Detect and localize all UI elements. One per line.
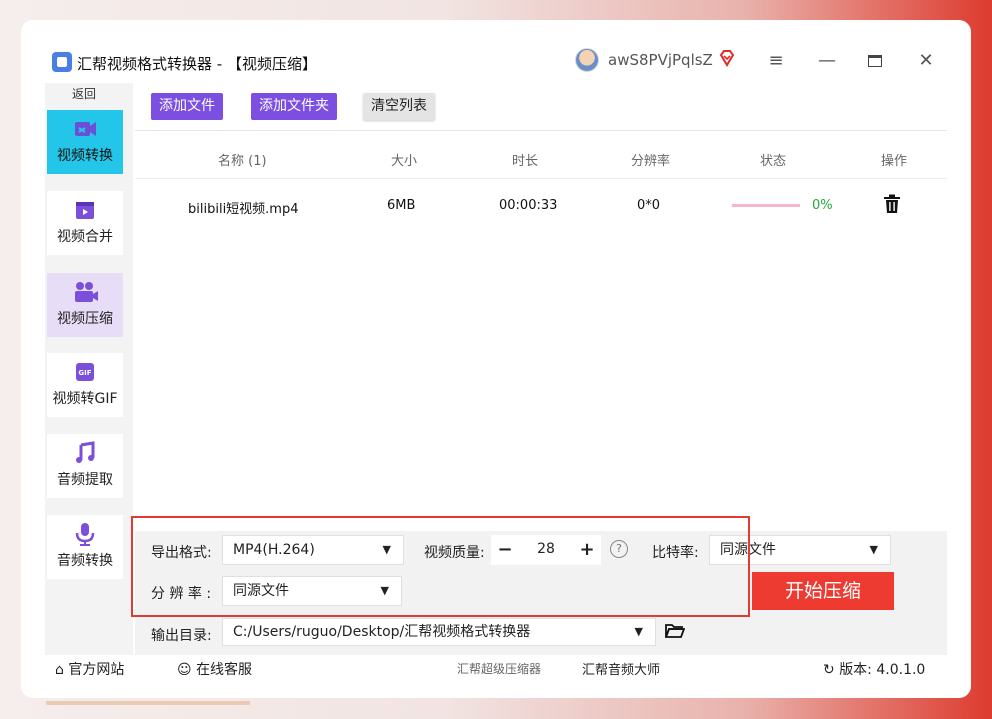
sidebar-item-label: 视频转GIF: [52, 391, 118, 407]
footer-bar: ⌂ 官方网站 ☺ 在线客服 汇帮超级压缩器 汇帮音频大师 ↻ 版本: 4.0.1…: [45, 655, 947, 678]
app-window: 汇帮视频格式转换器 - 【视频压缩】 awS8PVjPqlsZ ≡ — ✕ 返回…: [45, 45, 947, 678]
sidebar-item-video-convert[interactable]: 视频转换: [47, 110, 123, 174]
video-merge-icon: [72, 197, 98, 223]
output-dir-select[interactable]: C:/Users/ruguo/Desktop/汇帮视频格式转换器 ▼: [222, 618, 656, 646]
sidebar-item-label: 音频转换: [57, 553, 113, 569]
column-header-action: 操作: [881, 154, 908, 169]
version-info[interactable]: ↻ 版本: 4.0.1.0: [823, 659, 925, 678]
gif-icon: GIF: [72, 359, 98, 385]
close-icon[interactable]: ✕: [911, 49, 941, 73]
table-header-divider: [135, 178, 947, 179]
sidebar: 返回 视频转换 视频合并 视频压缩 GIF 视频转GIF 音频提取 音频转换: [45, 83, 133, 678]
chevron-down-icon: ▼: [634, 625, 643, 638]
svg-text:GIF: GIF: [78, 369, 91, 377]
vip-diamond-icon[interactable]: [718, 49, 736, 72]
sidebar-item-video-compress[interactable]: 视频压缩: [47, 273, 123, 337]
start-compress-button[interactable]: 开始压缩: [752, 572, 894, 610]
row-file-size: 6MB: [387, 198, 416, 213]
headset-icon: ☺: [177, 662, 192, 678]
column-header-size: 大小: [391, 154, 418, 169]
product-link-audio[interactable]: 汇帮音频大师: [582, 659, 660, 678]
sidebar-item-video-merge[interactable]: 视频合并: [47, 191, 123, 255]
official-website-link[interactable]: ⌂ 官方网站: [55, 659, 124, 678]
chevron-down-icon: ▼: [869, 543, 878, 556]
add-folder-button[interactable]: 添加文件夹: [251, 93, 337, 120]
clear-list-button[interactable]: 清空列表: [363, 93, 435, 120]
minimize-icon[interactable]: —: [812, 49, 842, 73]
progress-percent: 0%: [812, 198, 833, 213]
username-label[interactable]: awS8PVjPqlsZ: [608, 51, 713, 69]
progress-bar: [732, 204, 800, 207]
row-duration: 00:00:33: [499, 198, 558, 213]
menu-icon[interactable]: ≡: [761, 49, 791, 73]
back-button[interactable]: 返回: [45, 85, 123, 105]
sidebar-item-audio-convert[interactable]: 音频转换: [47, 515, 123, 579]
user-avatar[interactable]: [575, 48, 599, 72]
output-dir-label: 输出目录:: [151, 628, 212, 644]
file-table: 名称 (1) 大小 时长 分辨率 状态 操作 bilibili短视频.mp4 6…: [135, 130, 947, 540]
folder-open-icon[interactable]: [664, 623, 686, 639]
video-compress-icon: [72, 279, 98, 305]
microphone-icon: [72, 521, 98, 547]
highlight-frame: [131, 516, 750, 617]
row-resolution: 0*0: [637, 198, 661, 213]
maximize-icon[interactable]: [860, 49, 890, 73]
window-title: 汇帮视频格式转换器 - 【视频压缩】: [77, 55, 317, 73]
column-header-name: 名称 (1): [218, 154, 267, 169]
sidebar-item-audio-extract[interactable]: 音频提取: [47, 434, 123, 498]
sidebar-item-video-gif[interactable]: GIF 视频转GIF: [47, 353, 123, 417]
title-bar: 汇帮视频格式转换器 - 【视频压缩】 awS8PVjPqlsZ ≡ — ✕: [45, 45, 947, 83]
sidebar-item-label: 视频合并: [57, 229, 113, 245]
add-file-button[interactable]: 添加文件: [151, 93, 223, 120]
online-support-link[interactable]: ☺ 在线客服: [177, 659, 252, 678]
app-logo-icon: [52, 52, 72, 72]
video-convert-icon: [72, 116, 98, 142]
home-icon: ⌂: [55, 662, 64, 678]
output-dir-value: C:/Users/ruguo/Desktop/汇帮视频格式转换器: [233, 624, 531, 640]
background-accent-line: [46, 701, 250, 705]
trash-icon[interactable]: [883, 194, 901, 219]
refresh-icon: ↻: [823, 662, 835, 678]
column-header-resolution: 分辨率: [631, 154, 671, 169]
music-note-icon: [72, 440, 98, 466]
product-link-compressor[interactable]: 汇帮超级压缩器: [457, 660, 541, 677]
sidebar-item-label: 视频压缩: [57, 311, 113, 327]
sidebar-item-label: 视频转换: [57, 148, 113, 164]
sidebar-item-label: 音频提取: [57, 472, 113, 488]
column-header-duration: 时长: [512, 154, 539, 169]
column-header-status: 状态: [760, 154, 787, 169]
row-file-name: bilibili短视频.mp4: [188, 202, 299, 217]
